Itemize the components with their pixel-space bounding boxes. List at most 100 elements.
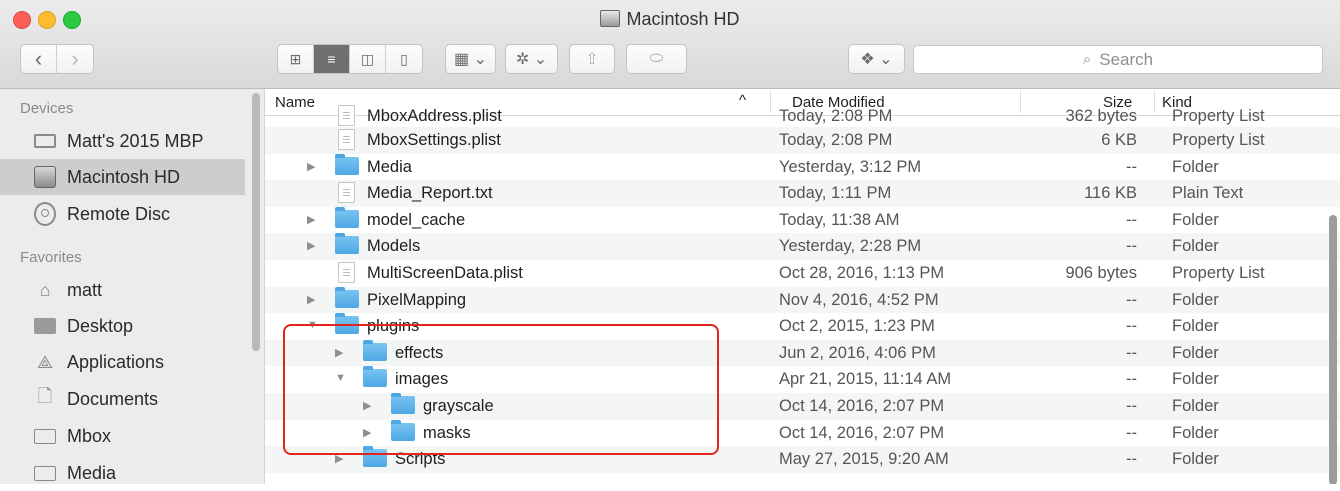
file-kind: Property List [1172, 107, 1265, 125]
sidebar-item-applications[interactable]: ⟁ Applications [0, 344, 245, 380]
disclosure-collapsed-icon[interactable]: ▶ [307, 239, 319, 252]
column-view-button[interactable]: ◫ [350, 45, 386, 73]
window-title: Macintosh HD [0, 9, 1340, 30]
list-scrollbar[interactable] [1329, 215, 1337, 484]
hard-drive-icon [34, 166, 56, 188]
date-modified: Today, 2:08 PM [779, 131, 893, 149]
arrange-icon: ▦ ⌄ [454, 51, 487, 68]
search-icon: ⌕ [1082, 51, 1092, 68]
sidebar-item-macintosh-hd[interactable]: Macintosh HD [0, 159, 245, 195]
date-modified: May 27, 2015, 9:20 AM [779, 450, 949, 469]
sidebar-item-matts-2015-mbp[interactable]: Matt's 2015 MBP [0, 123, 245, 159]
dropbox-icon: ❖ ⌄ [860, 51, 893, 68]
sidebar-item-documents[interactable]: 🗋 Documents [0, 381, 245, 417]
table-row[interactable]: MultiScreenData.plist Oct 28, 2016, 1:13 … [265, 260, 1340, 287]
list-view-button[interactable]: ≡ [314, 45, 350, 73]
file-name: grayscale [423, 396, 494, 415]
file-kind: Folder [1172, 157, 1219, 176]
sidebar-scrollbar[interactable] [252, 93, 260, 351]
table-row[interactable]: ▶ Scripts May 27, 2015, 9:20 AM -- Folder [265, 446, 1340, 473]
folder-icon [363, 339, 387, 361]
table-row[interactable]: ▶ grayscale Oct 14, 2016, 2:07 PM -- Folder [265, 392, 1340, 420]
disclosure-collapsed-icon[interactable]: ▶ [363, 426, 375, 439]
date-modified: Today, 1:11 PM [779, 184, 892, 203]
view-mode-switcher: ⊞ ≡ ◫ ▯ [277, 44, 423, 74]
file-name: images [395, 370, 449, 389]
file-kind: Folder [1172, 450, 1219, 469]
file-size: 362 bytes [1065, 107, 1137, 125]
disclosure-expanded-icon[interactable]: ▼ [335, 372, 347, 384]
sidebar-item-label: matt [67, 279, 103, 300]
file-size: 906 bytes [1065, 263, 1137, 282]
file-kind: Folder [1172, 290, 1219, 309]
table-row[interactable]: ▶ Models Yesterday, 2:28 PM -- Folder [265, 233, 1340, 260]
search-input[interactable]: ⌕ Search [913, 45, 1323, 74]
file-rows: MboxAddress.plist Today, 2:08 PM 362 bytes… [265, 105, 1340, 473]
tags-button[interactable]: ⬭ [626, 44, 687, 74]
home-icon: ⌂ [39, 279, 51, 300]
icon-view-button[interactable]: ⊞ [278, 45, 314, 73]
disclosure-collapsed-icon[interactable]: ▶ [307, 160, 319, 173]
table-row[interactable]: MboxSettings.plist Today, 2:08 PM 6 KB Prop… [265, 127, 1340, 154]
sidebar-item-matt[interactable]: ⌂ matt [0, 272, 245, 308]
file-name: Scripts [395, 450, 446, 469]
table-row[interactable]: ▶ masks Oct 14, 2016, 2:07 PM -- Folder [265, 419, 1340, 447]
file-kind: Folder [1172, 317, 1219, 336]
forward-button[interactable]: › [57, 45, 93, 73]
disclosure-collapsed-icon[interactable]: ▶ [335, 346, 347, 359]
sidebar-item-label: Media [67, 462, 117, 483]
laptop-icon [34, 134, 56, 148]
file-name: Media [367, 157, 412, 176]
sidebar-item-media[interactable]: Media [0, 455, 245, 491]
disclosure-collapsed-icon[interactable]: ▶ [335, 452, 347, 465]
sidebar-item-desktop[interactable]: Desktop [0, 308, 245, 344]
date-modified: Oct 14, 2016, 2:07 PM [779, 396, 945, 415]
file-kind: Folder [1172, 370, 1219, 389]
sidebar-item-remote-disc[interactable]: Remote Disc [0, 196, 245, 232]
table-row[interactable]: ▶ Media Yesterday, 3:12 PM -- Folder [265, 153, 1340, 181]
arrange-menu-button[interactable]: ▦ ⌄ [445, 44, 496, 74]
dropbox-menu-button[interactable]: ❖ ⌄ [848, 44, 905, 74]
file-kind: Property List [1172, 131, 1265, 149]
sidebar-item-label: Matt's 2015 MBP [67, 130, 204, 151]
share-icon: ⇧ [585, 51, 599, 68]
date-modified: Yesterday, 2:28 PM [779, 237, 922, 256]
document-icon [338, 182, 355, 204]
date-modified: Apr 21, 2015, 11:14 AM [779, 370, 952, 389]
disclosure-collapsed-icon[interactable]: ▶ [307, 213, 319, 226]
share-button[interactable]: ⇧ [569, 44, 615, 74]
table-row[interactable]: ▼ plugins Oct 2, 2015, 1:23 PM -- Folder [265, 313, 1340, 340]
table-row[interactable]: ▶ effects Jun 2, 2016, 4:06 PM -- Folder [265, 339, 1340, 367]
window-toolbar: Macintosh HD ‹ › ⊞ ≡ ◫ ▯ ▦ ⌄ ✲ ⌄ ⇧ ⬭ ❖ ⌄ ⌕ … [0, 0, 1340, 89]
folder-icon [335, 286, 359, 308]
file-kind: Folder [1172, 237, 1219, 256]
file-name: masks [423, 423, 471, 442]
disclosure-collapsed-icon[interactable]: ▶ [363, 399, 375, 412]
column-header-name[interactable]: Name [275, 94, 315, 111]
folder-icon [335, 313, 359, 335]
coverflow-view-button[interactable]: ▯ [386, 45, 422, 73]
table-row[interactable]: ▶ PixelMapping Nov 4, 2016, 4:52 PM -- Folde… [265, 286, 1340, 314]
action-menu-button[interactable]: ✲ ⌄ [505, 44, 558, 74]
hard-drive-icon [600, 10, 621, 27]
sidebar-item-label: Remote Disc [67, 203, 171, 224]
icon-view-icon: ⊞ [289, 50, 302, 67]
list-view-icon: ≡ [327, 51, 336, 67]
table-row[interactable]: ▶ model_cache Today, 11:38 AM -- Folder [265, 206, 1340, 234]
table-row[interactable]: MboxAddress.plist Today, 2:08 PM 362 bytes… [265, 105, 1340, 127]
sidebar-item-mbox[interactable]: Mbox [0, 418, 245, 454]
folder-icon [335, 153, 359, 175]
sidebar-item-label: Mbox [67, 425, 112, 446]
file-name: MboxSettings.plist [367, 131, 501, 149]
search-placeholder: Search [1099, 49, 1154, 69]
file-size: -- [1126, 343, 1137, 362]
file-kind: Folder [1172, 210, 1219, 229]
date-modified: Today, 2:08 PM [779, 107, 893, 125]
disclosure-collapsed-icon[interactable]: ▶ [307, 293, 319, 306]
table-row[interactable]: ▼ images Apr 21, 2015, 11:14 AM -- Folder [265, 366, 1340, 393]
back-button[interactable]: ‹ [21, 45, 58, 73]
file-kind: Property List [1172, 263, 1265, 282]
table-row[interactable]: Media_Report.txt Today, 1:11 PM 116 KB Plai… [265, 180, 1340, 207]
date-modified: Oct 28, 2016, 1:13 PM [779, 263, 945, 282]
disclosure-expanded-icon[interactable]: ▼ [307, 319, 319, 331]
